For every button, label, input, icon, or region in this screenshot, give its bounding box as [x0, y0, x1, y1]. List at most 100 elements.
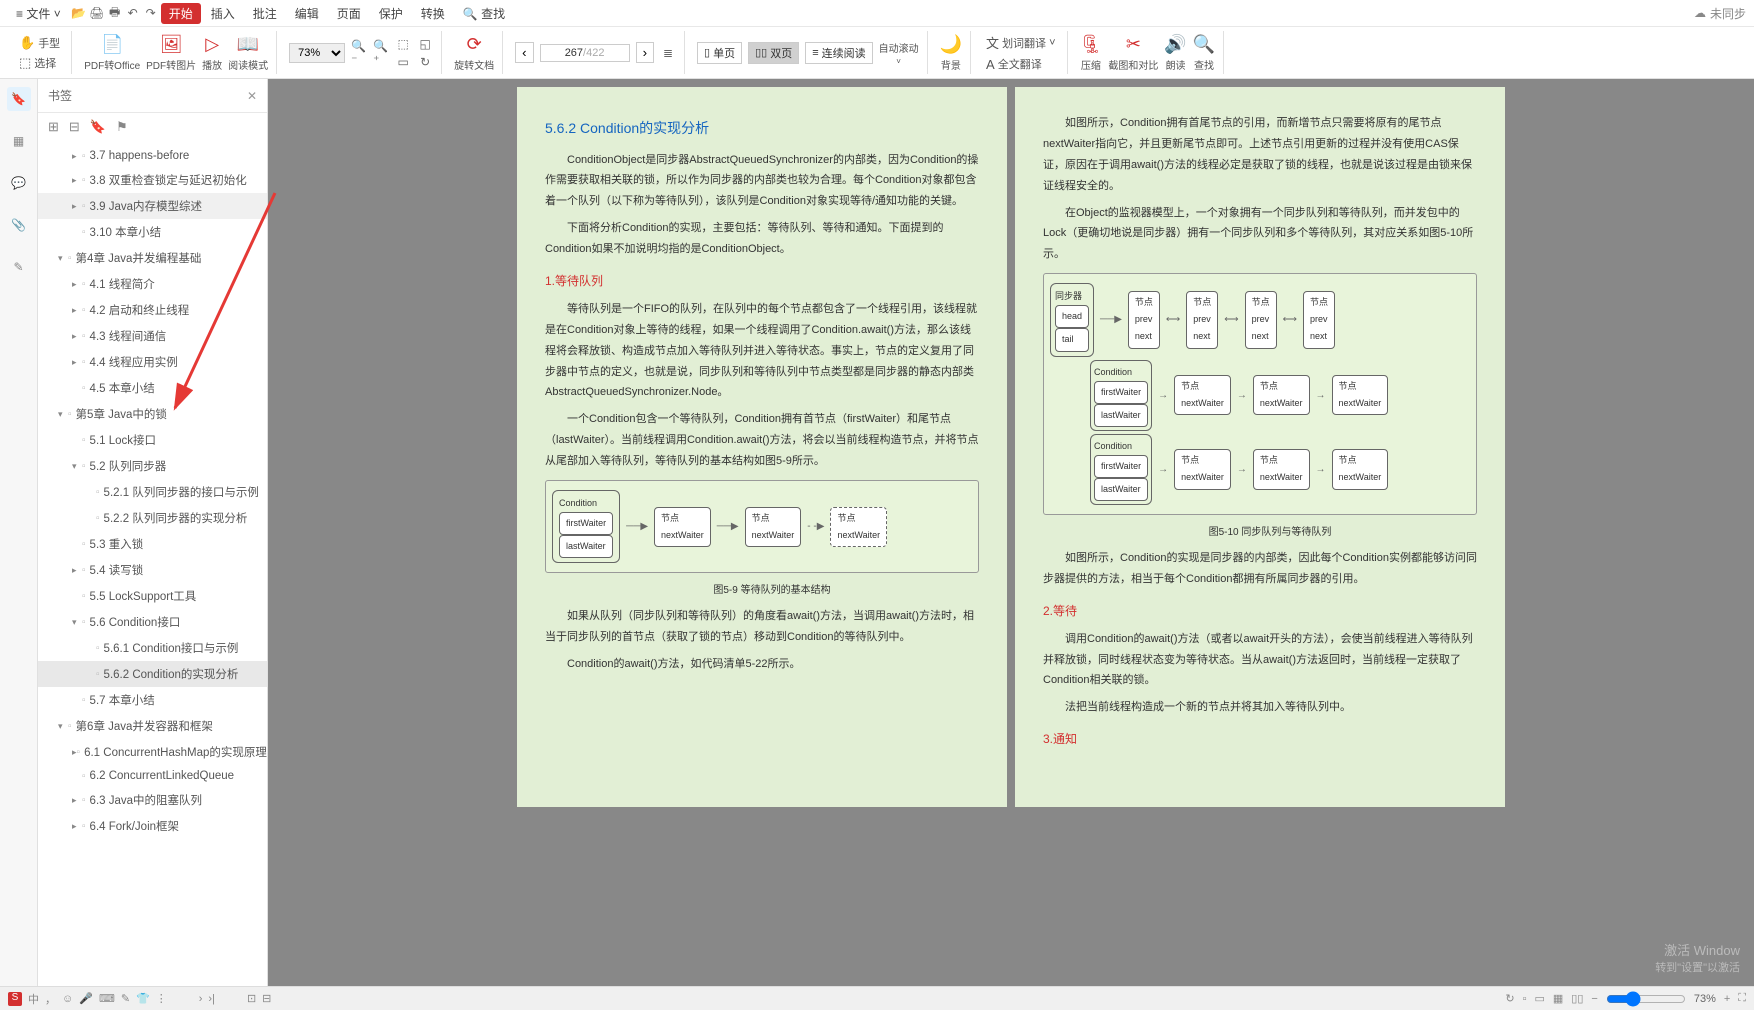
- next-page[interactable]: ›: [636, 42, 654, 63]
- bookmark-item[interactable]: ▸▫6.3 Java中的阻塞队列: [38, 787, 267, 813]
- view1-icon[interactable]: ▫: [1523, 993, 1527, 1005]
- background-button[interactable]: 🌙背景: [940, 34, 962, 72]
- compress-button[interactable]: 🗜压缩: [1080, 34, 1103, 72]
- nav-end-icon[interactable]: ›|: [208, 993, 215, 1005]
- attachment-tab[interactable]: 📎: [7, 213, 31, 237]
- find-button[interactable]: 🔍查找: [1193, 34, 1215, 72]
- expand-icon[interactable]: ▾: [58, 721, 68, 732]
- view3-icon[interactable]: ▦: [1553, 992, 1563, 1005]
- mode1-icon[interactable]: ⊡: [247, 992, 256, 1005]
- bookmark-item[interactable]: ▸▫6.1 ConcurrentHashMap的实现原理与使用: [38, 739, 267, 765]
- bookmark-item[interactable]: ▫4.5 本章小结: [38, 375, 267, 401]
- zoom-in-icon[interactable]: 🔍⁺: [373, 45, 389, 61]
- bookmark-item[interactable]: ▸▫5.4 读写锁: [38, 557, 267, 583]
- bookmark-item[interactable]: ▸▫4.3 线程间通信: [38, 323, 267, 349]
- sync-status[interactable]: ☁ 未同步: [1694, 5, 1746, 22]
- expand-icon[interactable]: ▸: [72, 305, 82, 316]
- open-icon[interactable]: 📂: [71, 5, 87, 21]
- tool3-icon[interactable]: ⋮: [156, 992, 167, 1005]
- bookmark-item[interactable]: ▸▫3.9 Java内存模型综述: [38, 193, 267, 219]
- tab-edit[interactable]: 编辑: [287, 3, 327, 24]
- bookmark-item[interactable]: ▫5.1 Lock接口: [38, 427, 267, 453]
- tab-protect[interactable]: 保护: [371, 3, 411, 24]
- document-viewport[interactable]: 5.6.2 Condition的实现分析 ConditionObject是同步器…: [268, 79, 1754, 986]
- tab-start[interactable]: 开始: [161, 3, 201, 24]
- fit-width-icon[interactable]: ⬚: [395, 36, 411, 52]
- collapse-all-icon[interactable]: ⊟: [69, 119, 80, 135]
- partial-translate[interactable]: 文划词翻译 ˅: [983, 32, 1058, 53]
- bookmark-item[interactable]: ▾▫5.6 Condition接口: [38, 609, 267, 635]
- expand-icon[interactable]: ▾: [58, 253, 68, 264]
- expand-icon[interactable]: ▸: [72, 279, 82, 290]
- refresh-icon[interactable]: ↻: [1505, 992, 1514, 1005]
- expand-icon[interactable]: ▸: [72, 795, 82, 806]
- draw-tab[interactable]: ✎: [7, 255, 31, 279]
- comment-tab[interactable]: 💬: [7, 171, 31, 195]
- page-list-icon[interactable]: ≣: [660, 45, 676, 61]
- pdf-to-image[interactable]: 🖼PDF转图片: [146, 34, 196, 72]
- bookmark-item[interactable]: ▫5.5 LockSupport工具: [38, 583, 267, 609]
- bookmark-item[interactable]: ▾▫第6章 Java并发容器和框架: [38, 713, 267, 739]
- bookmark-item[interactable]: ▾▫5.2 队列同步器: [38, 453, 267, 479]
- hand-tool[interactable]: ✋手型: [16, 34, 63, 52]
- nav-prev-icon[interactable]: ›: [199, 993, 203, 1005]
- print-icon[interactable]: 🖶: [107, 5, 123, 21]
- compare-button[interactable]: ✂截图和对比: [1108, 34, 1158, 72]
- bookmark-item[interactable]: ▸▫4.1 线程简介: [38, 271, 267, 297]
- punct-icon[interactable]: ，: [45, 991, 56, 1007]
- bookmark-tree[interactable]: ▸▫3.7 happens-before▸▫3.8 双重检查锁定与延迟初始化▸▫…: [38, 141, 267, 986]
- expand-icon[interactable]: ▸: [72, 565, 82, 576]
- bookmark-item[interactable]: ▸▫3.7 happens-before: [38, 145, 267, 167]
- fit-page-icon[interactable]: ▭: [395, 54, 411, 70]
- bookmark-item[interactable]: ▸▫6.4 Fork/Join框架: [38, 813, 267, 839]
- bookmark-flag-icon[interactable]: ⚑: [116, 119, 128, 135]
- expand-icon[interactable]: ▾: [72, 617, 82, 628]
- bookmark-item[interactable]: ▸▫4.4 线程应用实例: [38, 349, 267, 375]
- continuous-read[interactable]: ≡ 连续阅读: [805, 42, 872, 64]
- undo-icon[interactable]: ↶: [125, 5, 141, 21]
- tool1-icon[interactable]: ✎: [121, 992, 130, 1005]
- play-button[interactable]: ▷播放: [202, 34, 222, 72]
- status-zoom-in[interactable]: +: [1724, 993, 1730, 1005]
- expand-icon[interactable]: ▸: [72, 331, 82, 342]
- page-input[interactable]: 267/422: [540, 44, 630, 62]
- menu-file[interactable]: ≡ 文件 ˅: [8, 3, 69, 24]
- bookmark-item[interactable]: ▫6.2 ConcurrentLinkedQueue: [38, 765, 267, 787]
- add-bookmark-icon[interactable]: 🔖: [90, 119, 106, 135]
- tab-page[interactable]: 页面: [329, 3, 369, 24]
- fullscreen-icon[interactable]: ⛶: [1738, 992, 1746, 1005]
- bookmark-item[interactable]: ▫5.7 本章小结: [38, 687, 267, 713]
- expand-icon[interactable]: ▸: [72, 201, 82, 212]
- emoji-icon[interactable]: ☺: [62, 993, 73, 1005]
- bookmark-item[interactable]: ▾▫第4章 Java并发编程基础: [38, 245, 267, 271]
- zoom-out-icon[interactable]: 🔍⁻: [351, 45, 367, 61]
- bookmark-tab[interactable]: 🔖: [7, 87, 31, 111]
- bookmark-item[interactable]: ▫5.6.1 Condition接口与示例: [38, 635, 267, 661]
- pdf-to-office[interactable]: 📄PDF转Office: [84, 34, 140, 72]
- fit-actual-icon[interactable]: ◱: [417, 36, 433, 52]
- bookmark-item[interactable]: ▫5.6.2 Condition的实现分析: [38, 661, 267, 687]
- mic-icon[interactable]: 🎤: [79, 992, 93, 1005]
- prev-page[interactable]: ‹: [515, 42, 533, 63]
- bookmark-item[interactable]: ▫5.2.2 队列同步器的实现分析: [38, 505, 267, 531]
- zoom-slider[interactable]: [1606, 991, 1686, 1007]
- status-zoom-out[interactable]: −: [1591, 993, 1597, 1005]
- expand-icon[interactable]: ▸: [72, 175, 82, 186]
- read-aloud-button[interactable]: 🔊朗读: [1164, 34, 1186, 72]
- reflow-icon[interactable]: ↻: [417, 54, 433, 70]
- expand-icon[interactable]: ▾: [58, 409, 68, 420]
- bookmark-item[interactable]: ▸▫3.8 双重检查锁定与延迟初始化: [38, 167, 267, 193]
- keyboard-icon[interactable]: ⌨: [99, 992, 115, 1005]
- save-icon[interactable]: 🖨: [89, 5, 105, 21]
- tab-insert[interactable]: 插入: [203, 3, 243, 24]
- bookmark-item[interactable]: ▫5.3 重入锁: [38, 531, 267, 557]
- bookmark-item[interactable]: ▾▫第5章 Java中的锁: [38, 401, 267, 427]
- bookmark-item[interactable]: ▫5.2.1 队列同步器的接口与示例: [38, 479, 267, 505]
- expand-icon[interactable]: ▾: [72, 461, 82, 472]
- read-mode[interactable]: 📖阅读模式: [228, 34, 268, 72]
- zoom-select[interactable]: 73%: [289, 43, 345, 63]
- expand-icon[interactable]: ▸: [72, 357, 82, 368]
- select-tool[interactable]: ⬚选择: [16, 54, 63, 72]
- expand-all-icon[interactable]: ⊞: [48, 119, 59, 135]
- redo-icon[interactable]: ↷: [143, 5, 159, 21]
